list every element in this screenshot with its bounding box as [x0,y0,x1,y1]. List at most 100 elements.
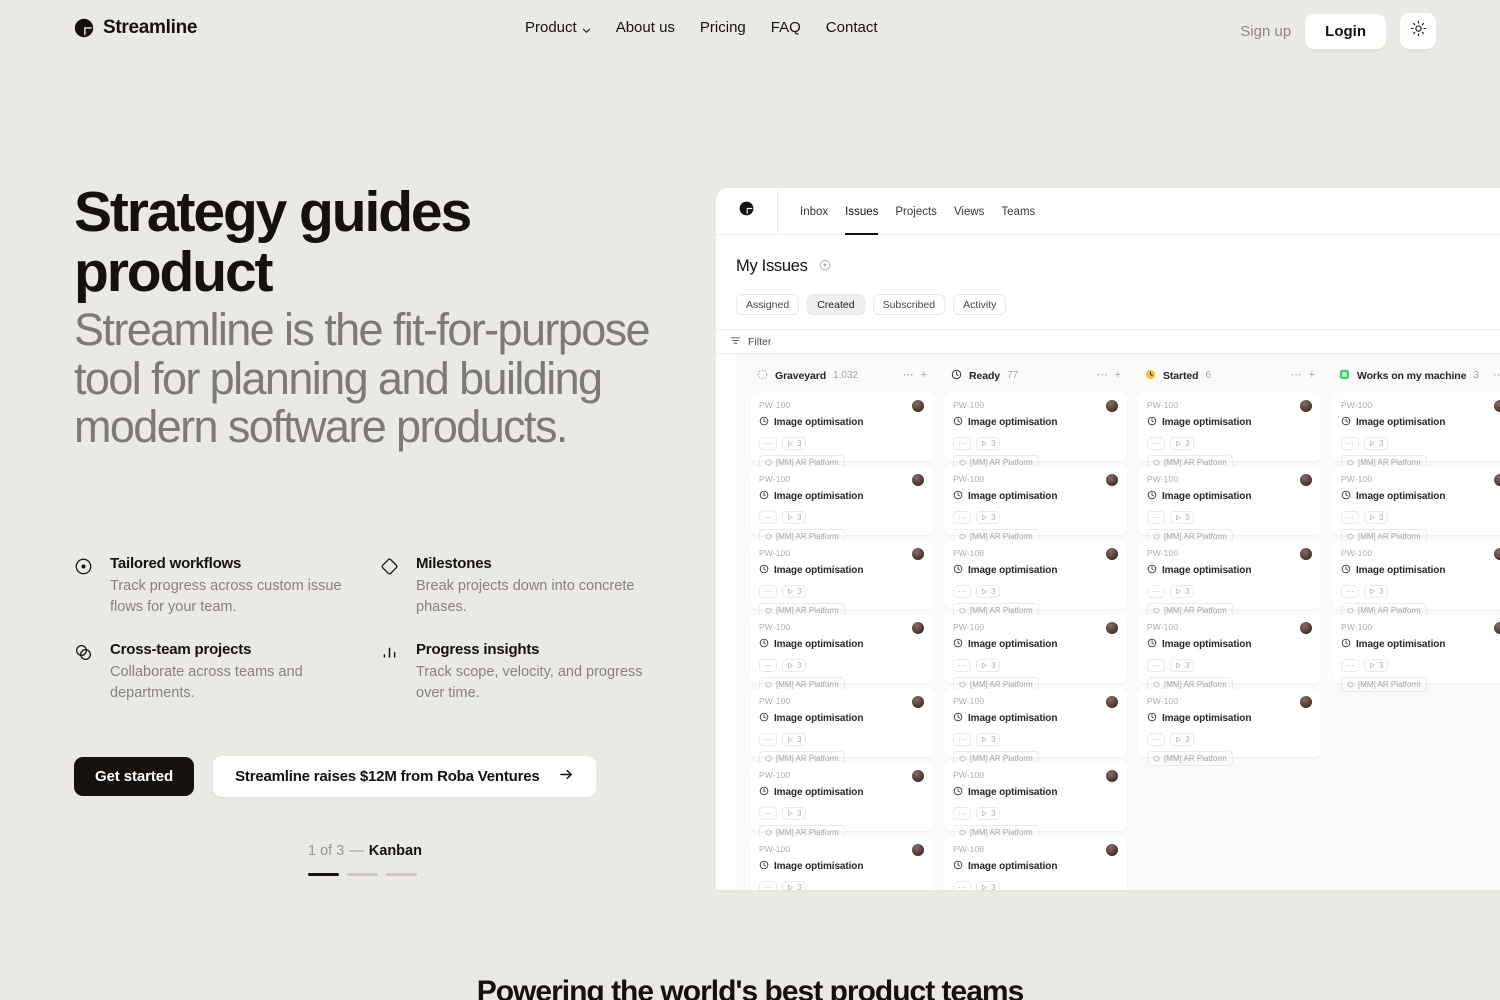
issue-menu-chip[interactable]: ⋯ [1147,511,1165,524]
app-nav-inbox[interactable]: Inbox [800,188,828,235]
issue-card[interactable]: PW-100Image optimisation⋯3[MM] AR Platfo… [750,689,933,757]
issue-menu-chip[interactable]: ⋯ [1341,511,1359,524]
announcement-pill[interactable]: Streamline raises $12M from Roba Venture… [213,756,595,797]
issue-branch-chip[interactable]: 3 [1364,659,1388,672]
carousel-bar-2[interactable] [347,873,378,876]
issue-menu-chip[interactable]: ⋯ [953,585,971,598]
column-menu-icon[interactable]: ⋯ [1291,370,1302,381]
issue-branch-chip[interactable]: 3 [976,807,1000,820]
issue-menu-chip[interactable]: ⋯ [953,733,971,746]
issue-menu-chip[interactable]: ⋯ [759,659,777,672]
app-nav-projects[interactable]: Projects [895,188,937,235]
issue-card[interactable]: PW-100Image optimisation⋯3[MM] AR Platfo… [1138,467,1321,535]
issue-menu-chip[interactable]: ⋯ [759,807,777,820]
issue-card[interactable]: PW-100Image optimisation⋯3[MM] AR Platfo… [944,393,1127,461]
issue-card[interactable]: PW-100Image optimisation⋯3[MM] AR Platfo… [1332,615,1500,683]
issue-card[interactable]: PW-100Image optimisation⋯3[MM] AR Platfo… [944,763,1127,831]
issue-card[interactable]: PW-100Image optimisation⋯3[MM] AR Platfo… [1138,689,1321,757]
issue-branch-chip[interactable]: 3 [976,733,1000,746]
circle-dot-icon[interactable] [819,258,831,276]
issue-card[interactable]: PW-100Image optimisation⋯3[MM] AR Platfo… [1332,541,1500,609]
tab-created[interactable]: Created [807,294,864,315]
tab-subscribed[interactable]: Subscribed [873,294,946,315]
app-nav-teams[interactable]: Teams [1001,188,1035,235]
issue-card[interactable]: PW-100Image optimisation⋯3[MM] AR Platfo… [944,837,1127,890]
issue-menu-chip[interactable]: ⋯ [759,437,777,450]
issue-branch-chip[interactable]: 3 [1170,733,1194,746]
issue-menu-chip[interactable]: ⋯ [1341,659,1359,672]
tab-activity[interactable]: Activity [953,294,1006,315]
column-add-icon[interactable]: + [1309,370,1315,381]
issue-menu-chip[interactable]: ⋯ [759,733,777,746]
carousel-bar-3[interactable] [386,873,417,876]
issue-branch-chip[interactable]: 3 [1170,585,1194,598]
issue-menu-chip[interactable]: ⋯ [953,437,971,450]
issue-tag[interactable]: [MM] AR Platform [1147,751,1233,766]
issue-card[interactable]: PW-100Image optimisation⋯3[MM] AR Platfo… [750,393,933,461]
login-button[interactable]: Login [1305,14,1386,49]
issue-card[interactable]: PW-100Image optimisation⋯3[MM] AR Platfo… [944,689,1127,757]
issue-branch-chip[interactable]: 3 [1170,511,1194,524]
issue-branch-chip[interactable]: 3 [782,437,806,450]
issue-menu-chip[interactable]: ⋯ [953,881,971,890]
issue-card[interactable]: PW-100Image optimisation⋯3[MM] AR Platfo… [750,541,933,609]
get-started-button[interactable]: Get started [74,757,194,796]
issue-card[interactable]: PW-100Image optimisation⋯3[MM] AR Platfo… [750,615,933,683]
issue-branch-chip[interactable]: 3 [1364,585,1388,598]
issue-branch-chip[interactable]: 3 [1170,659,1194,672]
issue-branch-chip[interactable]: 3 [1364,437,1388,450]
issue-menu-chip[interactable]: ⋯ [953,807,971,820]
issue-card[interactable]: PW-100Image optimisation⋯3[MM] AR Platfo… [1332,393,1500,461]
filter-bar[interactable]: Filter [716,329,1500,354]
issue-branch-chip[interactable]: 3 [782,511,806,524]
issue-branch-chip[interactable]: 3 [782,807,806,820]
nav-item-about-us[interactable]: About us [616,19,675,36]
column-menu-icon[interactable]: ⋯ [1493,370,1500,381]
app-logo[interactable] [716,188,778,234]
issue-card[interactable]: PW-100Image optimisation⋯3[MM] AR Platfo… [1138,615,1321,683]
issue-card[interactable]: PW-100Image optimisation⋯3[MM] AR Platfo… [944,615,1127,683]
issue-branch-chip[interactable]: 3 [976,881,1000,890]
issue-card[interactable]: PW-100Image optimisation⋯3[MM] AR Platfo… [944,467,1127,535]
issue-menu-chip[interactable]: ⋯ [953,659,971,672]
column-menu-icon[interactable]: ⋯ [903,370,914,381]
theme-toggle-button[interactable] [1400,13,1436,49]
issue-card[interactable]: PW-100Image optimisation⋯3[MM] AR Platfo… [1138,541,1321,609]
issue-menu-chip[interactable]: ⋯ [1341,437,1359,450]
issue-menu-chip[interactable]: ⋯ [1341,585,1359,598]
issue-card[interactable]: PW-100Image optimisation⋯3[MM] AR Platfo… [1138,393,1321,461]
issue-tag[interactable]: [MM] AR Platform [1341,677,1427,692]
nav-item-product[interactable]: Product [525,19,591,36]
issue-card[interactable]: PW-100Image optimisation⋯3[MM] AR Platfo… [750,837,933,890]
issue-card[interactable]: PW-100Image optimisation⋯3[MM] AR Platfo… [944,541,1127,609]
tab-assigned[interactable]: Assigned [736,294,799,315]
issue-menu-chip[interactable]: ⋯ [1147,437,1165,450]
issue-menu-chip[interactable]: ⋯ [759,511,777,524]
carousel-bar-1[interactable] [308,873,339,876]
issue-branch-chip[interactable]: 3 [976,585,1000,598]
issue-menu-chip[interactable]: ⋯ [1147,733,1165,746]
issue-branch-chip[interactable]: 3 [976,437,1000,450]
issue-branch-chip[interactable]: 3 [782,733,806,746]
signup-link[interactable]: Sign up [1240,23,1291,40]
issue-menu-chip[interactable]: ⋯ [1147,585,1165,598]
nav-item-faq[interactable]: FAQ [771,19,801,36]
brand-logo[interactable]: Streamline [74,17,197,39]
app-nav-views[interactable]: Views [954,188,984,235]
column-add-icon[interactable]: + [921,370,927,381]
nav-item-pricing[interactable]: Pricing [700,19,746,36]
issue-branch-chip[interactable]: 3 [782,585,806,598]
issue-branch-chip[interactable]: 3 [976,511,1000,524]
issue-menu-chip[interactable]: ⋯ [759,881,777,890]
issue-card[interactable]: PW-100Image optimisation⋯3[MM] AR Platfo… [750,763,933,831]
issue-branch-chip[interactable]: 3 [782,881,806,890]
issue-branch-chip[interactable]: 3 [1170,437,1194,450]
column-add-icon[interactable]: + [1115,370,1121,381]
issue-branch-chip[interactable]: 3 [782,659,806,672]
issue-card[interactable]: PW-100Image optimisation⋯3[MM] AR Platfo… [750,467,933,535]
issue-menu-chip[interactable]: ⋯ [1147,659,1165,672]
issue-branch-chip[interactable]: 3 [1364,511,1388,524]
column-menu-icon[interactable]: ⋯ [1097,370,1108,381]
issue-branch-chip[interactable]: 3 [976,659,1000,672]
issue-menu-chip[interactable]: ⋯ [953,511,971,524]
